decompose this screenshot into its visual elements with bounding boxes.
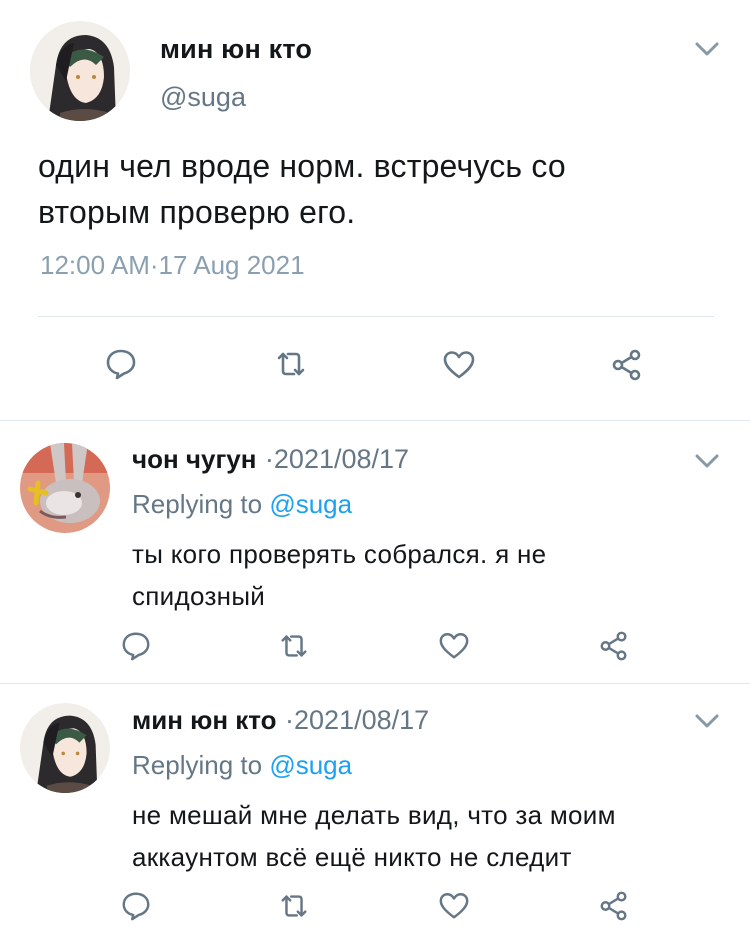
display-name[interactable]: мин юн кто bbox=[160, 34, 312, 65]
time: 12:00 AM bbox=[40, 250, 150, 280]
tweet-text: один чел вроде норм. встречусь со вторым… bbox=[38, 143, 728, 235]
avatar[interactable] bbox=[30, 21, 130, 121]
replying-to: Replying to @suga bbox=[132, 489, 352, 520]
retweet-icon[interactable] bbox=[278, 890, 310, 922]
replying-label: Replying to bbox=[132, 489, 263, 519]
mention-link[interactable]: @suga bbox=[269, 489, 352, 519]
chevron-down-icon[interactable] bbox=[694, 40, 720, 58]
mention-link[interactable]: @suga bbox=[269, 750, 352, 780]
share-icon[interactable] bbox=[598, 630, 630, 662]
like-icon[interactable] bbox=[438, 890, 470, 922]
replying-label: Replying to bbox=[132, 750, 263, 780]
divider bbox=[0, 420, 750, 421]
chevron-down-icon[interactable] bbox=[694, 712, 720, 730]
display-name[interactable]: мин юн кто bbox=[132, 705, 277, 735]
tweet-text-line: не мешай мне делать вид, что за моим bbox=[132, 800, 616, 830]
avatar-image-icon bbox=[20, 703, 110, 793]
tweet-text-line: ты кого проверять собрался. я не bbox=[132, 539, 547, 569]
divider bbox=[38, 316, 714, 317]
tweet-text-line: один чел вроде норм. встречусь со bbox=[38, 148, 566, 184]
tweet-text-line: вторым проверю его. bbox=[38, 194, 356, 230]
date: 17 Aug 2021 bbox=[158, 250, 305, 280]
like-icon[interactable] bbox=[442, 348, 476, 382]
chevron-down-icon[interactable] bbox=[694, 452, 720, 470]
handle[interactable]: @suga bbox=[160, 82, 246, 113]
share-icon[interactable] bbox=[610, 348, 644, 382]
retweet-icon[interactable] bbox=[278, 630, 310, 662]
like-icon[interactable] bbox=[438, 630, 470, 662]
display-name[interactable]: чон чугун bbox=[132, 444, 256, 474]
reply-header: мин юн кто ·2021/08/17 bbox=[132, 705, 429, 736]
reply-date[interactable]: 2021/08/17 bbox=[274, 444, 409, 474]
divider bbox=[0, 683, 750, 684]
separator: · bbox=[285, 705, 295, 735]
reply-header: чон чугун ·2021/08/17 bbox=[132, 444, 409, 475]
tweet-text-line: спидозный bbox=[132, 581, 266, 611]
tweet-timestamp[interactable]: 12:00 AM·17 Aug 2021 bbox=[40, 250, 305, 281]
reply-icon[interactable] bbox=[120, 630, 152, 662]
separator: · bbox=[264, 444, 274, 474]
separator: · bbox=[149, 250, 159, 280]
avatar-image-icon bbox=[20, 443, 110, 533]
tweet-text: ты кого проверять собрался. я не спидозн… bbox=[132, 533, 732, 617]
tweet-text: не мешай мне делать вид, что за моим акк… bbox=[132, 794, 742, 878]
reply-date[interactable]: 2021/08/17 bbox=[294, 705, 429, 735]
avatar[interactable] bbox=[20, 703, 110, 793]
reply-icon[interactable] bbox=[120, 890, 152, 922]
avatar-image-icon bbox=[30, 21, 130, 121]
avatar[interactable] bbox=[20, 443, 110, 533]
retweet-icon[interactable] bbox=[274, 347, 308, 381]
reply-icon[interactable] bbox=[104, 347, 138, 381]
share-icon[interactable] bbox=[598, 890, 630, 922]
tweet-text-line: аккаунтом всё ещё никто не следит bbox=[132, 842, 572, 872]
replying-to: Replying to @suga bbox=[132, 750, 352, 781]
